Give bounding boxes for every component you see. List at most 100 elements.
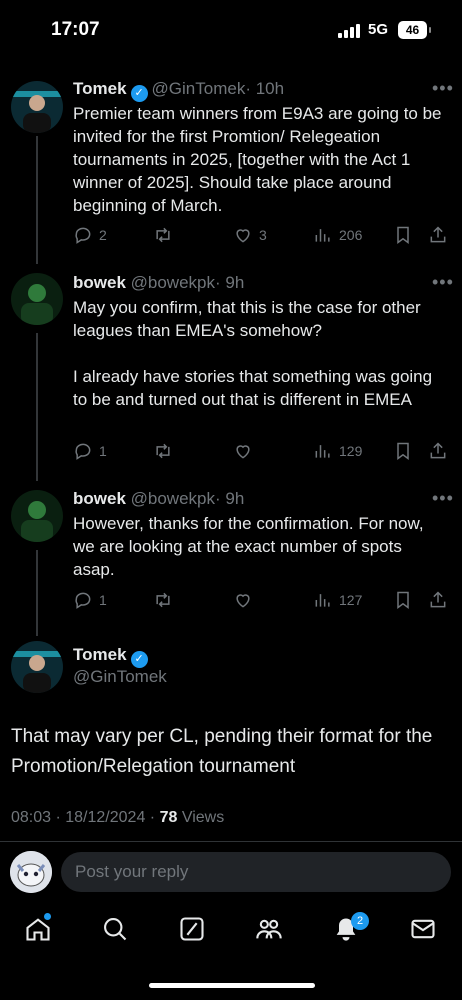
avatar[interactable] [11, 490, 63, 542]
avatar[interactable] [11, 641, 63, 693]
tweet-text: Premier team winners from E9A3 are going… [73, 104, 442, 215]
author-name[interactable]: bowek [73, 489, 126, 508]
views-icon [315, 594, 330, 607]
reply-count: 1 [99, 443, 107, 459]
home-unread-dot [44, 913, 51, 920]
share-button[interactable] [428, 588, 448, 612]
network-label: 5G [368, 21, 389, 38]
views-count: 206 [339, 227, 363, 243]
like-icon [236, 229, 250, 243]
like-icon [236, 445, 250, 459]
views-button[interactable]: 206 [313, 223, 362, 247]
retweet-button[interactable] [153, 439, 179, 463]
thread-line [36, 136, 38, 264]
tweet-header: Tomek ✓ @GinTomek· 10h [73, 79, 284, 102]
like-count: 3 [259, 227, 267, 243]
share-icon [430, 442, 446, 459]
tweet-time: · 9h [215, 489, 245, 508]
views-count[interactable]: 78 [160, 809, 178, 826]
more-icon[interactable]: ••• [432, 272, 454, 293]
tab-messages[interactable] [409, 915, 439, 945]
notifications-badge: 2 [351, 912, 369, 930]
bookmark-button[interactable] [393, 439, 413, 463]
main-author-name[interactable]: Tomek ✓ [73, 645, 152, 668]
tab-search[interactable] [101, 915, 131, 945]
views-count: 129 [339, 443, 363, 459]
thread-line [36, 333, 38, 481]
share-button[interactable] [428, 223, 448, 247]
reply-input[interactable] [61, 852, 451, 892]
views-label: Views [181, 809, 225, 826]
tweet-actions: 1 129 [73, 439, 453, 463]
reply-icon [75, 227, 91, 244]
tweet-header: bowek @bowekpk· 9h [73, 489, 244, 509]
tab-communities[interactable] [255, 915, 285, 945]
home-indicator [149, 983, 315, 988]
search-icon [104, 918, 127, 941]
avatar[interactable] [11, 273, 63, 325]
battery-icon: 46 [398, 21, 427, 39]
like-button[interactable] [233, 588, 259, 612]
reply-icon [75, 592, 91, 609]
tab-home[interactable] [24, 915, 54, 945]
like-button[interactable] [233, 439, 259, 463]
author-handle[interactable]: @bowekpk [131, 489, 215, 508]
like-button[interactable]: 3 [233, 223, 267, 247]
bookmark-icon [397, 226, 409, 244]
bookmark-icon [397, 591, 409, 609]
retweet-button[interactable] [153, 223, 179, 247]
battery-tip [429, 27, 431, 33]
views-button[interactable]: 127 [313, 588, 362, 612]
author-handle[interactable]: @bowekpk [131, 273, 215, 292]
share-icon [430, 591, 446, 608]
reply-count: 2 [99, 227, 107, 243]
like-icon [236, 594, 250, 608]
avatar[interactable] [11, 81, 63, 133]
author-handle[interactable]: @GinTomek [152, 79, 246, 98]
reply-button[interactable]: 1 [73, 588, 107, 612]
bookmark-button[interactable] [393, 223, 413, 247]
status-time: 17:07 [51, 19, 100, 40]
my-avatar [10, 851, 52, 893]
bookmark-icon [397, 442, 409, 460]
reply-button[interactable]: 1 [73, 439, 107, 463]
tab-grok[interactable] [178, 915, 208, 945]
views-button[interactable]: 129 [313, 439, 362, 463]
tweet-actions: 2 3 206 [73, 223, 453, 247]
reply-button[interactable]: 2 [73, 223, 107, 247]
tab-bar [0, 905, 462, 955]
author-name[interactable]: bowek [73, 273, 126, 292]
views-icon [315, 445, 330, 458]
tweet-text: However, thanks for the confirmation. Fo… [73, 514, 424, 579]
bookmark-button[interactable] [393, 588, 413, 612]
tweet-meta: 08:03 · 18/12/2024 · 78 Views [11, 809, 224, 827]
main-tweet-text: That may vary per CL, pending their form… [11, 726, 433, 777]
retweet-icon [156, 592, 170, 608]
divider [0, 841, 462, 842]
thread-line [36, 550, 38, 636]
views-icon [315, 229, 330, 242]
signal-icon [338, 24, 360, 38]
verified-icon: ✓ [130, 651, 148, 668]
tweet-text: May you confirm, that this is the case f… [73, 298, 433, 409]
tweet-time: · 9h [215, 273, 245, 292]
reply-count: 1 [99, 592, 107, 608]
mail-icon [411, 919, 435, 939]
retweet-button[interactable] [153, 588, 179, 612]
compose-icon [180, 917, 204, 941]
retweet-icon [156, 227, 170, 243]
communities-icon [256, 919, 282, 939]
share-button[interactable] [428, 439, 448, 463]
more-icon[interactable]: ••• [432, 78, 454, 99]
author-name[interactable]: Tomek [73, 645, 127, 664]
status-bar: 17:07 5G 46 [0, 0, 462, 62]
retweet-icon [156, 443, 170, 459]
views-count: 127 [339, 592, 363, 608]
tweet-actions: 1 127 [73, 588, 453, 612]
share-icon [430, 226, 446, 243]
tweet-header: bowek @bowekpk· 9h [73, 273, 244, 293]
timestamp: 08:03 · 18/12/2024 · [11, 809, 160, 826]
author-name[interactable]: Tomek [73, 79, 127, 98]
main-author-handle[interactable]: @GinTomek [73, 667, 167, 687]
more-icon[interactable]: ••• [432, 488, 454, 509]
